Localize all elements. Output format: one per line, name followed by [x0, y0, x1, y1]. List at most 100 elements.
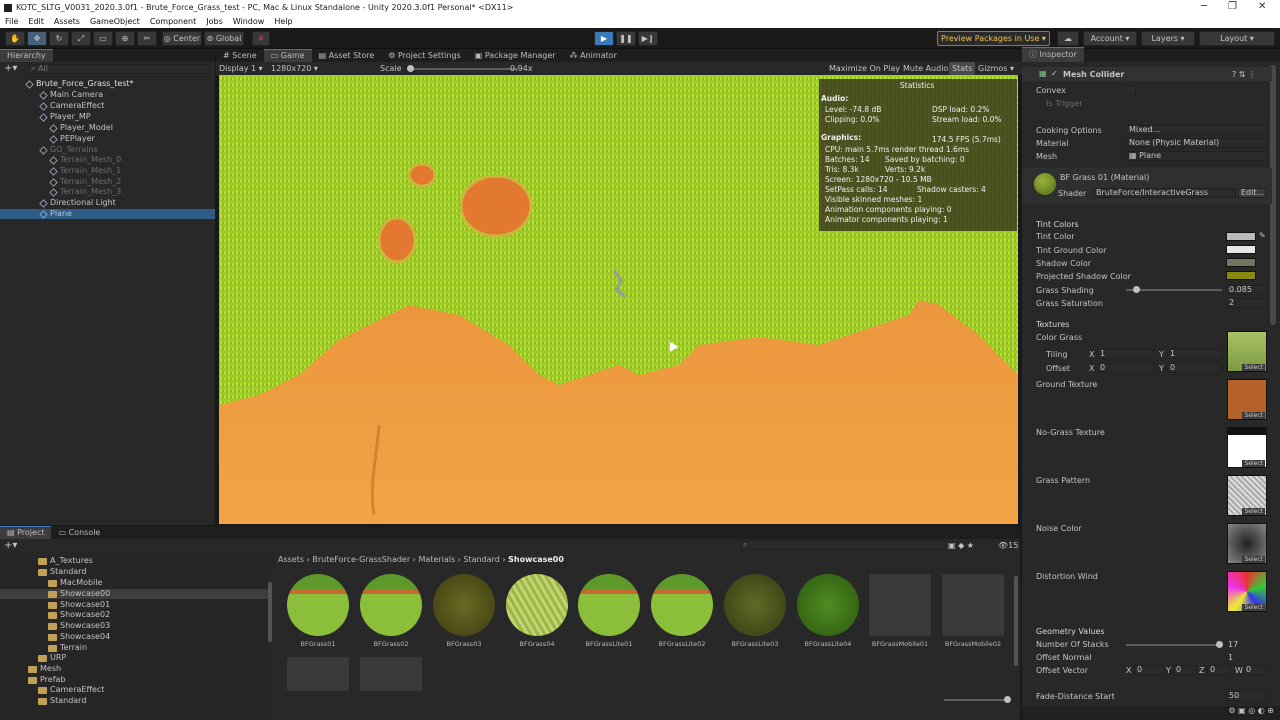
- cloud-icon[interactable]: ☁: [1057, 31, 1079, 46]
- rotate-tool-icon[interactable]: ↻: [49, 31, 69, 46]
- pivot-global-button[interactable]: ⊛ Global: [204, 31, 244, 46]
- grass-shading-field[interactable]: 0.085: [1226, 285, 1267, 295]
- folder-item[interactable]: URP: [0, 653, 268, 663]
- close-icon[interactable]: ✕: [1258, 1, 1266, 12]
- material-asset[interactable]: BFGrassLite03: [724, 574, 786, 648]
- assets-scrollbar[interactable]: [1014, 576, 1018, 666]
- material-asset[interactable]: BFGrassLite01: [578, 574, 640, 648]
- menu-help[interactable]: Help: [269, 17, 297, 26]
- mute-audio-toggle[interactable]: Mute Audio: [903, 64, 948, 73]
- filter-icons[interactable]: ▣ ◆ ★: [948, 541, 974, 550]
- menu-edit[interactable]: Edit: [23, 17, 49, 26]
- folder-item[interactable]: Mesh: [0, 664, 268, 674]
- menu-window[interactable]: Window: [228, 17, 270, 26]
- folder-item[interactable]: Showcase01: [0, 600, 268, 610]
- grass-shading-slider[interactable]: [1126, 289, 1222, 291]
- menu-file[interactable]: File: [0, 17, 23, 26]
- folder-item[interactable]: Showcase00: [0, 589, 268, 599]
- scale-tool-icon[interactable]: ⤢: [71, 31, 91, 46]
- account-dropdown[interactable]: Account ▾: [1083, 31, 1137, 46]
- offset-vector-y[interactable]: 0: [1173, 665, 1197, 675]
- hierarchy-item[interactable]: Terrain_Mesh_3: [0, 187, 215, 197]
- hierarchy-item[interactable]: Plane: [0, 209, 215, 219]
- hierarchy-item[interactable]: Player_Model: [0, 123, 215, 133]
- convex-checkbox[interactable]: [1126, 85, 1136, 95]
- distortion-wind-texture[interactable]: Select: [1227, 571, 1267, 612]
- tint-color-swatch[interactable]: [1226, 232, 1256, 241]
- tab-package-manager[interactable]: ▣ Package Manager: [468, 50, 563, 62]
- rect-tool-icon[interactable]: ▭: [93, 31, 113, 46]
- material-asset[interactable]: BFGrass04: [506, 574, 568, 648]
- pause-button[interactable]: ❚❚: [616, 31, 636, 46]
- hierarchy-item[interactable]: Terrain_Mesh_2: [0, 177, 215, 187]
- ground-texture[interactable]: Select: [1227, 379, 1267, 420]
- breadcrumb-materials[interactable]: Materials: [418, 555, 455, 564]
- folder-item[interactable]: Showcase04: [0, 632, 268, 642]
- menu-gameobject[interactable]: GameObject: [85, 17, 145, 26]
- offset-y-field[interactable]: 0: [1167, 363, 1223, 373]
- hierarchy-item[interactable]: GO_Terrains: [0, 145, 215, 155]
- trigger-checkbox[interactable]: [1126, 98, 1136, 108]
- tab-project[interactable]: ▤ Project: [0, 526, 52, 539]
- tab-scene[interactable]: # Scene: [216, 50, 264, 62]
- hierarchy-item[interactable]: CameraEffect: [0, 101, 215, 111]
- hierarchy-item[interactable]: Terrain_Mesh_0: [0, 155, 215, 165]
- offset-vector-x[interactable]: 0: [1134, 665, 1164, 675]
- offset-normal-value[interactable]: 1: [1228, 653, 1233, 662]
- material-asset[interactable]: BFGrassMobile02: [942, 574, 1004, 648]
- asset-tile-extra[interactable]: [287, 657, 349, 691]
- folder-item[interactable]: Showcase02: [0, 610, 268, 620]
- transform-tool-icon[interactable]: ⊕: [115, 31, 135, 46]
- material-field[interactable]: None (Physic Material): [1126, 138, 1267, 148]
- shader-edit-button[interactable]: Edit...: [1238, 188, 1266, 198]
- gizmos-dropdown[interactable]: Gizmos ▾: [978, 64, 1014, 73]
- hand-tool-icon[interactable]: ✋: [5, 31, 25, 46]
- noise-color-texture[interactable]: Select: [1227, 523, 1267, 564]
- mesh-collider-enabled-checkbox[interactable]: ✓: [1051, 69, 1058, 78]
- mesh-field[interactable]: ▦ Plane: [1126, 151, 1267, 161]
- game-view[interactable]: Statistics Audio: Level: -74.8 dB Clippi…: [219, 75, 1018, 524]
- folder-item[interactable]: MacMobile: [0, 578, 268, 588]
- shadow-color-swatch[interactable]: [1226, 258, 1256, 267]
- menu-component[interactable]: Component: [145, 17, 201, 26]
- icon-size-slider[interactable]: [944, 699, 1010, 701]
- grass-shading-knob[interactable]: [1133, 286, 1140, 293]
- folder-item[interactable]: Showcase03: [0, 621, 268, 631]
- tab-hierarchy[interactable]: Hierarchy: [0, 49, 53, 62]
- resolution-dropdown[interactable]: 1280x720 ▾: [271, 64, 318, 73]
- preview-packages-button[interactable]: Preview Packages in Use ▾: [937, 31, 1050, 46]
- stats-toggle[interactable]: Stats: [949, 62, 976, 75]
- cooking-dropdown[interactable]: Mixed...: [1126, 125, 1267, 135]
- step-button[interactable]: ▶❙: [638, 31, 658, 46]
- help-icon[interactable]: ? ⇅ ⋮: [1232, 70, 1256, 79]
- layout-dropdown[interactable]: Layout ▾: [1199, 31, 1275, 46]
- hierarchy-item[interactable]: Main Camera: [0, 90, 215, 100]
- tab-game[interactable]: ▭ Game: [263, 49, 312, 62]
- folder-item[interactable]: Standard: [0, 696, 268, 706]
- maximize-on-play-toggle[interactable]: Maximize On Play: [829, 64, 900, 73]
- folder-item[interactable]: Prefab: [0, 675, 268, 685]
- scale-slider[interactable]: [408, 68, 518, 70]
- tab-animator[interactable]: ⁂ Animator: [563, 50, 624, 62]
- asset-tile-extra[interactable]: [360, 657, 422, 691]
- grid-snap-icon[interactable]: #: [252, 31, 270, 46]
- breadcrumb-showcase00[interactable]: Showcase00: [508, 555, 564, 564]
- hierarchy-item[interactable]: Directional Light: [0, 198, 215, 208]
- layers-dropdown[interactable]: Layers ▾: [1141, 31, 1195, 46]
- breadcrumb-package[interactable]: BruteForce-GrassShader: [312, 555, 410, 564]
- tab-project-settings[interactable]: ⚙ Project Settings: [381, 50, 467, 62]
- no-grass-texture[interactable]: Select: [1227, 427, 1267, 468]
- minimize-icon[interactable]: ─: [1201, 1, 1207, 12]
- material-asset[interactable]: BFGrassMobile01: [869, 574, 931, 648]
- create-asset-button[interactable]: +▾: [4, 540, 17, 551]
- hierarchy-search-input[interactable]: ⌕ All: [28, 64, 210, 74]
- eyedropper-icon[interactable]: ✎: [1259, 231, 1266, 240]
- folder-item[interactable]: Terrain: [0, 643, 268, 653]
- folder-item[interactable]: A_Textures: [0, 556, 268, 566]
- shader-dropdown[interactable]: BruteForce/InteractiveGrass: [1093, 188, 1236, 198]
- offset-vector-z[interactable]: 0: [1207, 665, 1231, 675]
- display-dropdown[interactable]: Display 1 ▾: [219, 64, 263, 73]
- tiling-y-field[interactable]: 1: [1167, 349, 1223, 359]
- menu-assets[interactable]: Assets: [49, 17, 85, 26]
- material-asset[interactable]: BFGrass01: [287, 574, 349, 648]
